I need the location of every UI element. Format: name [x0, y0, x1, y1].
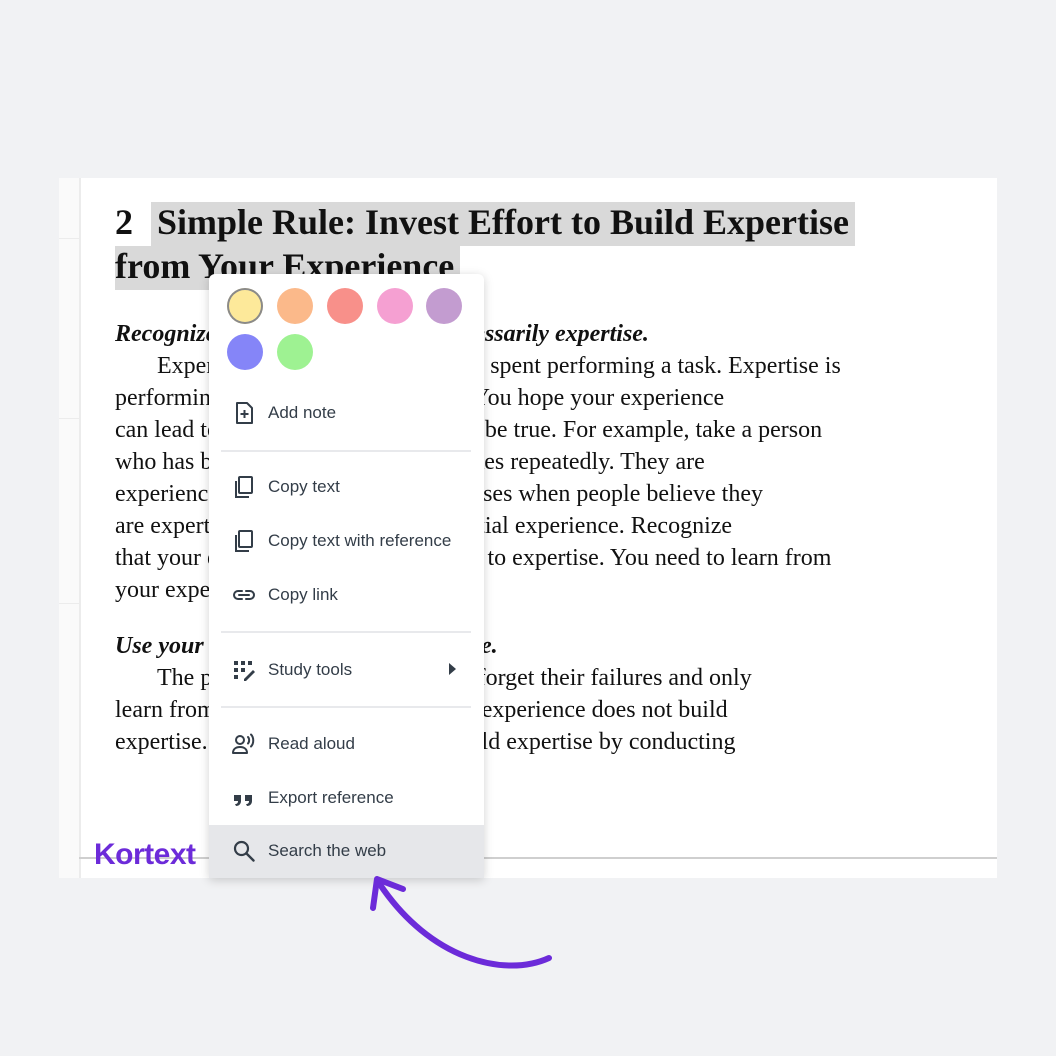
- pointer-arrow-icon: [370, 876, 552, 969]
